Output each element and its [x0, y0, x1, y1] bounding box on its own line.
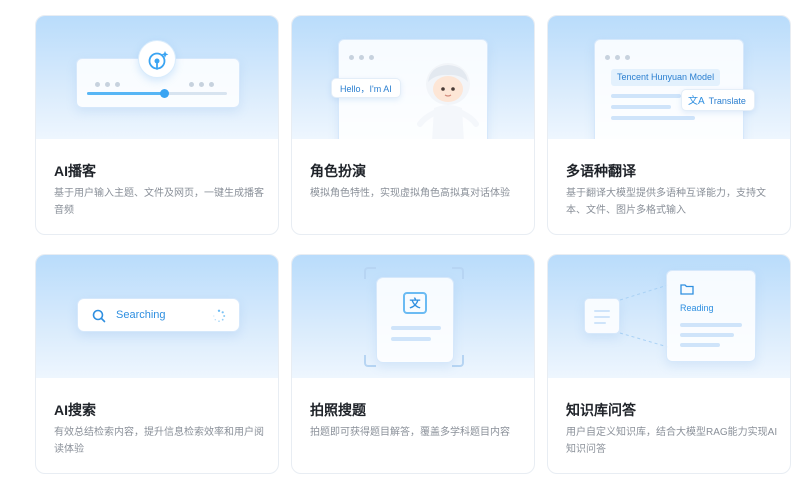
loading-spinner-icon [213, 309, 226, 322]
source-file-panel [584, 298, 620, 334]
text-line [594, 310, 610, 312]
card-title: AI播客 [54, 163, 96, 179]
window-dots-left [95, 74, 125, 92]
search-input[interactable]: Searching [77, 298, 240, 332]
card-hero [36, 16, 278, 139]
card-hero: Hello，I'm AI [292, 16, 534, 139]
audio-progress-fill [87, 92, 164, 95]
text-line [680, 333, 734, 337]
card-description: 用户自定义知识库，结合大模型RAG能力实现AI知识问答 [566, 427, 778, 455]
card-translation[interactable]: Tencent Hunyuan Model 文A Translate 多语种翻译 … [547, 15, 791, 235]
text-line [611, 116, 695, 120]
card-knowledge-qa[interactable]: Reading 知识库问答 用户自定义知识库，结合大模型RAG能力实现AI知识问… [547, 254, 791, 474]
translate-chip[interactable]: 文A Translate [681, 89, 755, 111]
podcast-icon [138, 40, 176, 78]
folder-icon [680, 284, 694, 295]
text-scan-icon: 文 [403, 292, 427, 314]
card-title: 知识库问答 [566, 402, 636, 418]
card-description: 拍题即可获得题目解答，覆盖多学科题目内容 [310, 427, 510, 438]
text-line [680, 343, 720, 347]
card-description: 模拟角色特性，实现虚拟角色高拟真对话体验 [310, 188, 510, 199]
text-line [611, 94, 681, 98]
card-title: AI搜索 [54, 402, 96, 418]
translate-icon: 文A [688, 96, 705, 107]
scan-glyph: 文 [409, 298, 421, 310]
card-photo-search[interactable]: 文 拍照搜题 拍题即可获得题目解答，覆盖多学科题目内容 [291, 254, 535, 474]
text-line [611, 105, 671, 109]
card-hero: Reading [548, 255, 790, 378]
text-line [594, 322, 606, 324]
reading-label: Reading [680, 303, 714, 313]
text-line [391, 337, 431, 341]
window-dots [349, 47, 379, 65]
audio-progress-slider[interactable] [87, 89, 227, 98]
text-line [680, 323, 742, 327]
character-avatar [417, 63, 479, 139]
question-card-panel: 文 [376, 277, 454, 363]
scan-corner [364, 355, 376, 367]
card-description: 基于翻译大模型提供多语种互译能力，支持文本、文件、图片多格式输入 [566, 188, 766, 216]
greeting-bubble: Hello，I'm AI [331, 78, 401, 98]
card-title: 拍照搜题 [310, 402, 366, 418]
audio-progress-knob[interactable] [159, 89, 169, 98]
search-label: Searching [116, 309, 166, 321]
knowledge-doc-panel: Reading [666, 270, 756, 362]
text-line [391, 326, 441, 330]
scan-corner [452, 267, 464, 279]
card-ai-search[interactable]: Searching AI搜索 有效总结检索内容，提升信息检索效率和用户阅读体验 [35, 254, 279, 474]
model-tag: Tencent Hunyuan Model [611, 69, 721, 86]
card-ai-podcast[interactable]: AI播客 基于用户输入主题、文件及网页，一键生成播客音频 [35, 15, 279, 235]
card-title: 多语种翻译 [566, 163, 636, 179]
search-icon [92, 309, 106, 323]
card-hero: Tencent Hunyuan Model 文A Translate [548, 16, 790, 139]
card-hero: 文 [292, 255, 534, 378]
scan-corner [364, 267, 376, 279]
text-line [594, 316, 610, 318]
card-description: 基于用户输入主题、文件及网页，一键生成播客音频 [54, 188, 264, 216]
window-dots [605, 47, 635, 65]
card-description: 有效总结检索内容，提升信息检索效率和用户阅读体验 [54, 427, 264, 455]
window-dots-right [189, 74, 219, 92]
card-role-play[interactable]: Hello，I'm AI 角色扮演 模拟角色特性，实现虚拟角色高拟真对话体验 [291, 15, 535, 235]
translate-label: Translate [708, 96, 746, 106]
card-title: 角色扮演 [310, 163, 366, 179]
card-hero: Searching [36, 255, 278, 378]
